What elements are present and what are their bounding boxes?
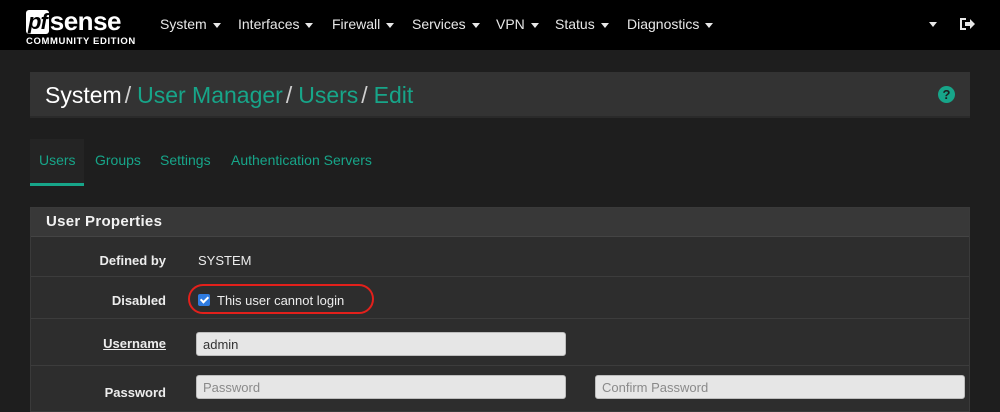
logo-pf: pf: [26, 9, 49, 34]
row-defined-by: Defined by SYSTEM: [31, 238, 969, 277]
caret-down-icon: [386, 22, 395, 28]
password-input[interactable]: [196, 375, 566, 399]
breadcrumb-edit[interactable]: Edit: [374, 82, 414, 108]
row-password: Password: [31, 367, 969, 412]
nav-menu-status[interactable]: Status: [555, 0, 609, 50]
caret-down-icon: [212, 22, 221, 28]
tab-users[interactable]: Users: [39, 152, 76, 168]
confirm-password-input[interactable]: [595, 375, 965, 399]
row-disabled: Disabled This user cannot login: [31, 278, 969, 319]
tab-groups[interactable]: Groups: [95, 152, 141, 168]
nav-menu-diagnostics[interactable]: Diagnostics: [627, 0, 714, 50]
username-label: Username: [103, 336, 166, 351]
annotation-highlight-ring: [188, 284, 374, 314]
help-icon[interactable]: ?: [938, 86, 955, 103]
tab-settings[interactable]: Settings: [160, 152, 211, 168]
top-navbar: pf sense COMMUNITY EDITION System Interf…: [0, 0, 1000, 50]
nav-menu-system[interactable]: System: [160, 0, 221, 50]
breadcrumb-users[interactable]: Users: [298, 82, 358, 108]
breadcrumb: System / User Manager / Users / Edit: [45, 82, 414, 108]
breadcrumb-bar: System / User Manager / Users / Edit: [30, 72, 970, 118]
breadcrumb-user-manager[interactable]: User Manager: [137, 82, 283, 108]
nav-menu-interfaces[interactable]: Interfaces: [238, 0, 314, 50]
sign-out-icon[interactable]: [958, 15, 976, 33]
logo-sense: sense: [49, 6, 122, 36]
panel-title: User Properties: [46, 213, 163, 230]
user-menu-caret-icon[interactable]: [929, 22, 937, 27]
nav-menu-firewall[interactable]: Firewall: [332, 0, 395, 50]
nav-menu-services[interactable]: Services: [412, 0, 480, 50]
pfsense-logo[interactable]: pf sense COMMUNITY EDITION: [26, 4, 142, 48]
disabled-label: Disabled: [111, 293, 166, 308]
password-label: Password: [104, 385, 166, 400]
defined-by-label: Defined by: [99, 253, 166, 268]
username-input[interactable]: [196, 332, 566, 356]
caret-down-icon: [471, 22, 480, 28]
edition-label: COMMUNITY EDITION: [26, 36, 136, 47]
defined-by-value: SYSTEM: [198, 253, 252, 268]
tab-authentication-servers[interactable]: Authentication Servers: [231, 152, 372, 168]
nav-menu-vpn[interactable]: VPN: [496, 0, 539, 50]
caret-down-icon: [305, 22, 314, 28]
tab-active-indicator: [30, 183, 84, 186]
caret-down-icon: [705, 22, 714, 28]
breadcrumb-root: System: [45, 82, 122, 108]
panel-heading: User Properties: [31, 208, 969, 237]
caret-down-icon: [530, 22, 539, 28]
user-properties-panel: User Properties Defined by SYSTEM Disabl…: [30, 207, 970, 412]
caret-down-icon: [600, 22, 609, 28]
row-username: Username: [31, 320, 969, 366]
